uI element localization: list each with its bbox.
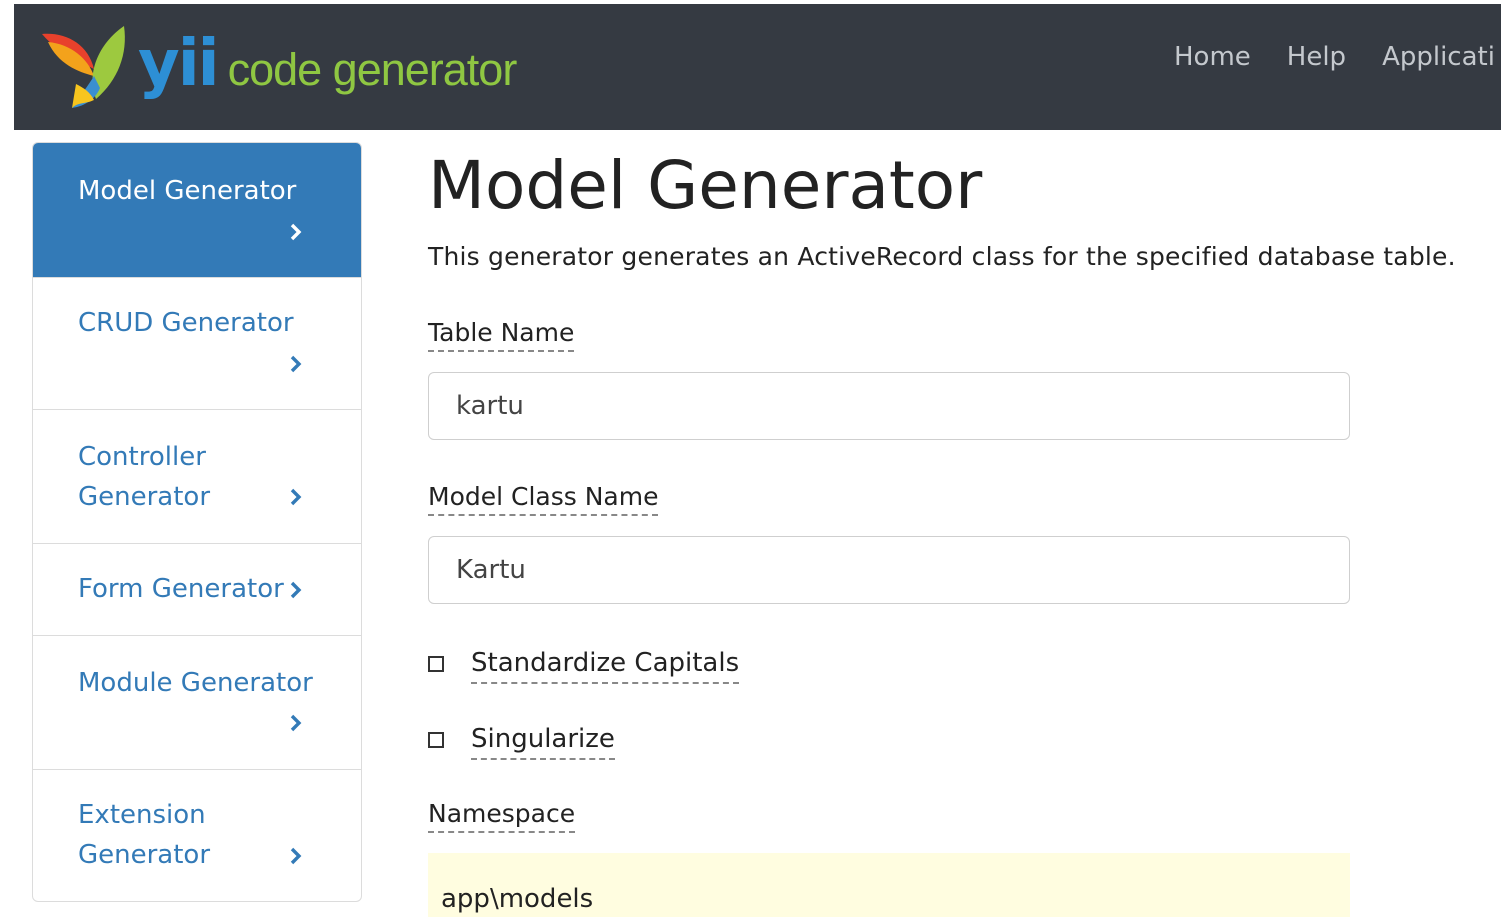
sidebar-item-module-generator[interactable]: Module Generator	[33, 635, 361, 769]
model-class-name-label: Model Class Name	[428, 480, 659, 516]
chevron-right-icon	[286, 713, 306, 733]
sidebar-item-label: Form Generator	[78, 574, 284, 604]
model-class-name-input[interactable]: Kartu	[428, 536, 1350, 604]
top-navbar: yii code generator Home Help Applicati	[14, 4, 1501, 130]
nav-link-application[interactable]: Applicati	[1382, 42, 1495, 72]
singularize-row: Singularize	[428, 720, 728, 760]
brand-logo-text: yii	[138, 27, 220, 101]
chevron-right-icon	[286, 487, 306, 507]
generator-sidebar: Model Generator CRUD Generator Controlle…	[32, 142, 362, 902]
namespace-label: Namespace	[428, 797, 576, 833]
sidebar-item-label: Model Generator	[78, 176, 297, 206]
chevron-right-icon	[286, 222, 306, 242]
table-name-label: Table Name	[428, 316, 575, 352]
sidebar-item-controller-generator[interactable]: Controller Generator	[33, 409, 361, 543]
chevron-right-icon	[286, 846, 306, 866]
brand[interactable]: yii code generator	[138, 24, 517, 104]
singularize-label[interactable]: Singularize	[471, 720, 615, 760]
nav-link-help[interactable]: Help	[1287, 42, 1346, 72]
nav-link-home[interactable]: Home	[1174, 42, 1251, 72]
nav-links: Home Help Applicati	[1174, 42, 1501, 72]
standardize-capitals-checkbox[interactable]	[428, 656, 444, 672]
yii-logo-icon[interactable]	[36, 14, 136, 114]
table-name-input[interactable]: kartu	[428, 372, 1350, 440]
page-title: Model Generator	[428, 147, 983, 224]
standardize-capitals-label[interactable]: Standardize Capitals	[471, 644, 740, 684]
sidebar-item-crud-generator[interactable]: CRUD Generator	[33, 277, 361, 409]
brand-subtitle: code generator	[227, 44, 518, 95]
sidebar-item-label: Module Generator	[78, 668, 313, 698]
namespace-input[interactable]: app\models	[428, 853, 1350, 917]
sidebar-item-label: CRUD Generator	[78, 308, 294, 338]
sidebar-item-form-generator[interactable]: Form Generator	[33, 543, 361, 635]
chevron-right-icon	[286, 354, 306, 374]
page: yii code generator Home Help Applicati M…	[0, 0, 1501, 917]
chevron-right-icon	[286, 580, 306, 600]
singularize-checkbox[interactable]	[428, 732, 444, 748]
standardize-capitals-row: Standardize Capitals	[428, 644, 828, 684]
sidebar-item-label: Extension Generator	[78, 800, 211, 870]
sidebar-item-label: Controller Generator	[78, 442, 211, 512]
sidebar-item-model-generator[interactable]: Model Generator	[33, 143, 361, 277]
sidebar-item-extension-generator[interactable]: Extension Generator	[33, 769, 361, 901]
page-description: This generator generates an ActiveRecord…	[428, 242, 1456, 271]
